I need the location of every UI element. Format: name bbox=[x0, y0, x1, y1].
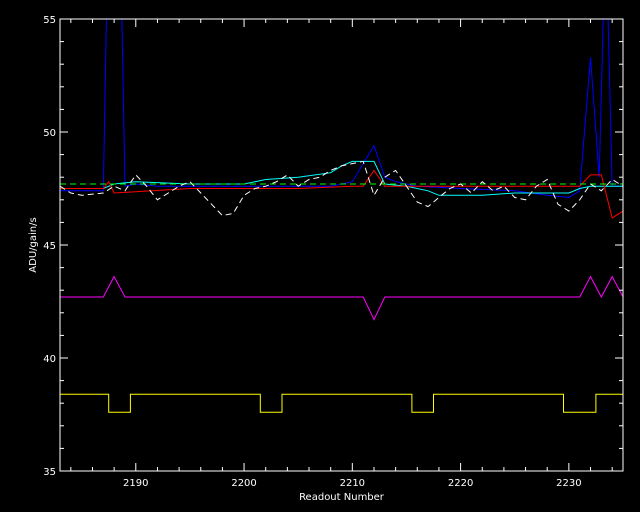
y-tick-label: 35 bbox=[43, 467, 56, 478]
x-tick-label: 2210 bbox=[340, 478, 365, 489]
y-tick-label: 40 bbox=[43, 354, 56, 365]
y-tick-label: 55 bbox=[43, 15, 56, 26]
chart-background bbox=[0, 0, 640, 512]
x-tick-label: 2200 bbox=[231, 478, 256, 489]
x-tick-label: 2220 bbox=[448, 478, 473, 489]
chart-canvas: 2190 2200 2210 2220 2230 35 40 45 50 55 Readout N… bbox=[0, 0, 640, 512]
y-tick-label: 45 bbox=[43, 241, 56, 252]
y-axis-label: ADU/gain/s bbox=[28, 217, 39, 272]
x-tick-label: 2230 bbox=[556, 478, 581, 489]
y-tick-label: 50 bbox=[43, 128, 56, 139]
x-tick-label: 2190 bbox=[123, 478, 148, 489]
x-axis-label: Readout Number bbox=[299, 492, 385, 503]
